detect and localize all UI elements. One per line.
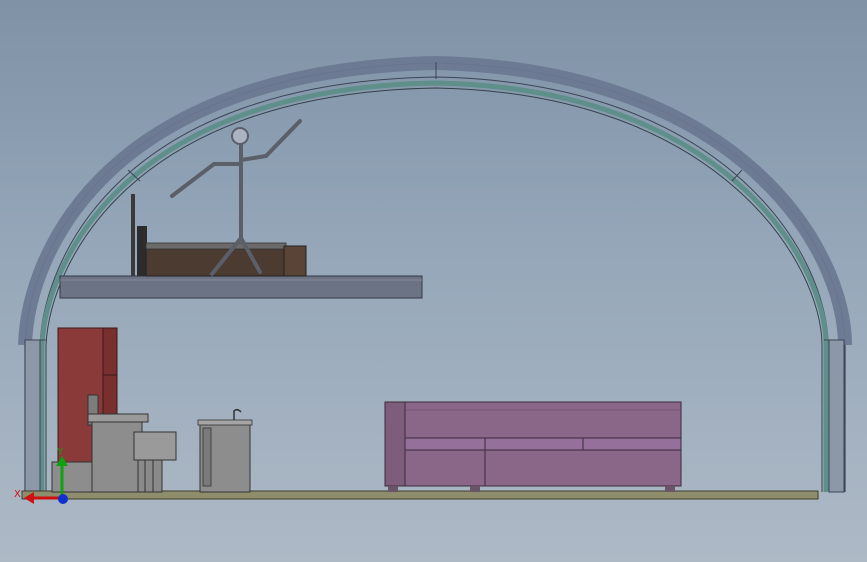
- stove-appliance[interactable]: [197, 408, 253, 493]
- triad-x-label: X: [14, 489, 21, 500]
- sofa[interactable]: [384, 401, 682, 492]
- model-scene: Y X: [14, 55, 852, 504]
- sink-unit[interactable]: [133, 431, 177, 493]
- cad-viewport[interactable]: Y X: [0, 0, 867, 562]
- loft-platform[interactable]: [59, 275, 423, 299]
- faucet-icon: [233, 408, 242, 420]
- triad-y-label: Y: [56, 447, 64, 458]
